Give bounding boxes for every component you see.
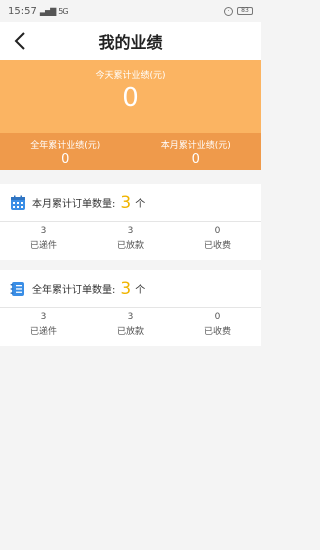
- month-orders-unit: 个: [135, 199, 146, 210]
- calendar-icon: [10, 195, 26, 211]
- year-value: 0: [61, 152, 70, 167]
- stat-disbursed[interactable]: 3 已放款: [87, 222, 174, 260]
- stat-value: 0: [214, 312, 221, 322]
- stat-label: 已递件: [29, 327, 57, 337]
- stat-submitted[interactable]: 3 已递件: [0, 222, 87, 260]
- year-orders-unit: 个: [135, 285, 146, 296]
- stat-disbursed[interactable]: 3 已放款: [87, 308, 174, 346]
- notification-icon: ·: [224, 6, 233, 16]
- period-summary: 全年累计业绩(元) 0 本月累计业绩(元) 0: [0, 133, 261, 170]
- year-orders-count: 3: [120, 278, 132, 299]
- battery-icon: 83: [237, 7, 253, 15]
- year-orders-stats: 3 已递件 3 已放款 0 已收费: [0, 308, 261, 346]
- page-title: 我的业绩: [98, 33, 163, 52]
- stat-label: 已收费: [203, 241, 231, 251]
- today-value: 0: [122, 83, 139, 113]
- month-value: 0: [191, 152, 200, 167]
- month-orders-title: 本月累计订单数量:: [32, 199, 116, 210]
- year-orders-title: 全年累计订单数量:: [32, 285, 116, 296]
- stat-value: 3: [40, 312, 47, 322]
- chevron-left-icon: [14, 32, 25, 50]
- stat-value: 0: [214, 226, 221, 236]
- status-bar: 15:57 ▃▅▇ 5G · 83: [0, 0, 261, 22]
- stat-value: 3: [127, 226, 134, 236]
- month-orders-card: 本月累计订单数量: 3 个 3 已递件 3 已放款 0 已收费: [0, 184, 261, 260]
- network-label: 5G: [58, 6, 68, 16]
- back-button[interactable]: [8, 28, 32, 54]
- month-orders-header: 本月累计订单数量: 3 个: [0, 184, 261, 222]
- month-orders-stats: 3 已递件 3 已放款 0 已收费: [0, 222, 261, 260]
- today-label: 今天累计业绩(元): [95, 71, 166, 81]
- stat-label: 已放款: [116, 327, 144, 337]
- status-time: 15:57: [8, 5, 37, 17]
- spacer: [0, 170, 261, 184]
- year-orders-header: 全年累计订单数量: 3 个: [0, 270, 261, 308]
- today-summary: 今天累计业绩(元) 0: [0, 60, 261, 133]
- stat-submitted[interactable]: 3 已递件: [0, 308, 87, 346]
- stat-value: 3: [127, 312, 134, 322]
- year-summary: 全年累计业绩(元) 0: [0, 133, 131, 170]
- spacer: [0, 260, 261, 270]
- stat-label: 已收费: [203, 327, 231, 337]
- stat-label: 已递件: [29, 241, 57, 251]
- stat-value: 3: [40, 226, 47, 236]
- status-left: 15:57 ▃▅▇ 5G: [8, 5, 69, 17]
- year-orders-card: 全年累计订单数量: 3 个 3 已递件 3 已放款 0 已收费: [0, 270, 261, 346]
- signal-icon: ▃▅▇: [39, 6, 57, 16]
- stat-charged[interactable]: 0 已收费: [174, 222, 261, 260]
- stat-charged[interactable]: 0 已收费: [174, 308, 261, 346]
- document-icon: [10, 281, 26, 297]
- month-label: 本月累计业绩(元): [160, 141, 231, 151]
- stat-label: 已放款: [116, 241, 144, 251]
- month-summary: 本月累计业绩(元) 0: [131, 133, 262, 170]
- month-orders-count: 3: [120, 192, 132, 213]
- nav-bar: 我的业绩: [0, 22, 261, 60]
- year-label: 全年累计业绩(元): [30, 141, 101, 151]
- status-right: · 83: [224, 6, 253, 16]
